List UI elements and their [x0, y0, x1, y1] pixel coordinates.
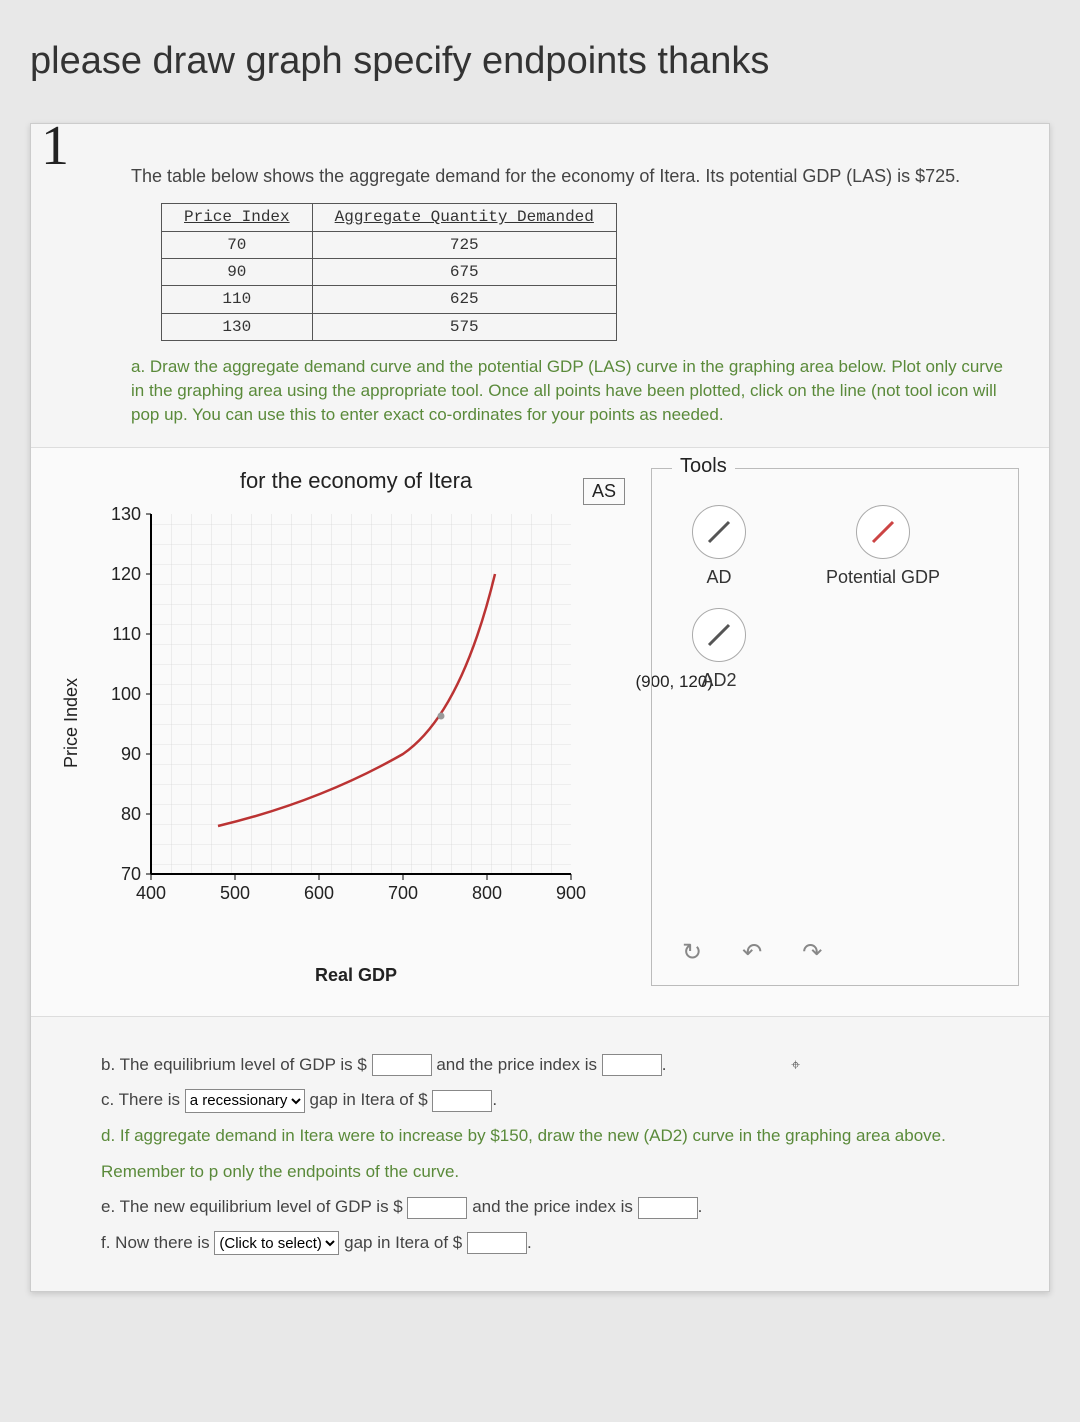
line-icon[interactable] [692, 505, 746, 559]
tool-potential-label: Potential GDP [826, 567, 940, 587]
e-mid: and the price index is [472, 1197, 637, 1216]
b-pre: b. The equilibrium level of GDP is $ [101, 1055, 367, 1074]
question-sheet: 1 The table below shows the aggregate de… [30, 123, 1050, 1292]
reset-icon[interactable]: ↻ [682, 938, 702, 967]
cell: 90 [162, 258, 313, 285]
plot-canvas[interactable]: AS (900, 120) [91, 504, 621, 986]
cell: 725 [312, 231, 616, 258]
tool-ad-label: AD [706, 567, 731, 587]
e-price-input[interactable] [638, 1197, 698, 1219]
svg-text:700: 700 [388, 883, 418, 903]
c-mid: gap in Itera of $ [310, 1090, 428, 1109]
x-axis-label: Real GDP [91, 965, 621, 986]
svg-text:110: 110 [112, 624, 141, 644]
graph-title: for the economy of Itera [91, 468, 621, 494]
cell: 110 [162, 286, 313, 313]
svg-text:80: 80 [121, 804, 141, 824]
part-a-text: a. Draw the aggregate demand curve and t… [131, 355, 1019, 426]
svg-text:600: 600 [304, 883, 334, 903]
tool-ad[interactable]: AD [692, 505, 746, 588]
tool-ad2[interactable]: AD2 [692, 608, 746, 691]
b-mid: and the price index is [436, 1055, 601, 1074]
svg-text:500: 500 [220, 883, 250, 903]
svg-text:120: 120 [111, 564, 141, 584]
intro-text: The table below shows the aggregate dema… [131, 164, 1019, 189]
c-pre: c. There is [101, 1090, 185, 1109]
b-price-input[interactable] [602, 1054, 662, 1076]
ad-table: Price Index Aggregate Quantity Demanded … [161, 203, 617, 341]
e-gdp-input[interactable] [407, 1197, 467, 1219]
cell: 625 [312, 286, 616, 313]
answers-block: b. The equilibrium level of GDP is $ and… [31, 1017, 1049, 1291]
tools-panel: Tools AD Potential GDP [651, 468, 1019, 986]
svg-text:100: 100 [111, 684, 141, 704]
svg-text:800: 800 [472, 883, 502, 903]
tools-title: Tools [672, 455, 735, 478]
svg-text:90: 90 [121, 744, 141, 764]
d-text: d. If aggregate demand in Itera were to … [101, 1118, 1019, 1189]
cell: 575 [312, 313, 616, 340]
th-qty: Aggregate Quantity Demanded [312, 204, 616, 231]
tool-potential[interactable]: Potential GDP [826, 505, 940, 588]
b-gdp-input[interactable] [372, 1054, 432, 1076]
as-label: AS [583, 478, 625, 505]
line-icon[interactable] [856, 505, 910, 559]
svg-text:130: 130 [111, 504, 141, 524]
y-axis-label: Price Index [61, 677, 82, 767]
question-number: 1 [41, 114, 69, 178]
line-icon[interactable] [692, 608, 746, 662]
chart-svg[interactable]: 130 120 110 100 90 80 70 [91, 504, 621, 924]
c-gap-select[interactable]: a recessionary [185, 1089, 305, 1113]
cell: 130 [162, 313, 313, 340]
tool-ad2-label: AD2 [701, 670, 736, 690]
graph-area: Price Index for the economy of Itera AS … [31, 447, 1049, 1017]
svg-text:70: 70 [121, 864, 141, 884]
undo-icon[interactable]: ↶ [742, 938, 762, 967]
svg-text:400: 400 [136, 883, 166, 903]
redo-icon[interactable]: ↷ [802, 938, 822, 967]
c-amount-input[interactable] [432, 1090, 492, 1112]
e-pre: e. The new equilibrium level of GDP is $ [101, 1197, 403, 1216]
cell: 675 [312, 258, 616, 285]
cursor-icon: ⌖ [791, 1049, 800, 1083]
f-pre: f. Now there is [101, 1233, 214, 1252]
cell: 70 [162, 231, 313, 258]
svg-text:900: 900 [556, 883, 586, 903]
request-heading: please draw graph specify endpoints than… [30, 40, 1050, 83]
f-mid: gap in Itera of $ [344, 1233, 462, 1252]
f-gap-select[interactable]: (Click to select) [214, 1231, 339, 1255]
f-amount-input[interactable] [467, 1232, 527, 1254]
th-price: Price Index [162, 204, 313, 231]
